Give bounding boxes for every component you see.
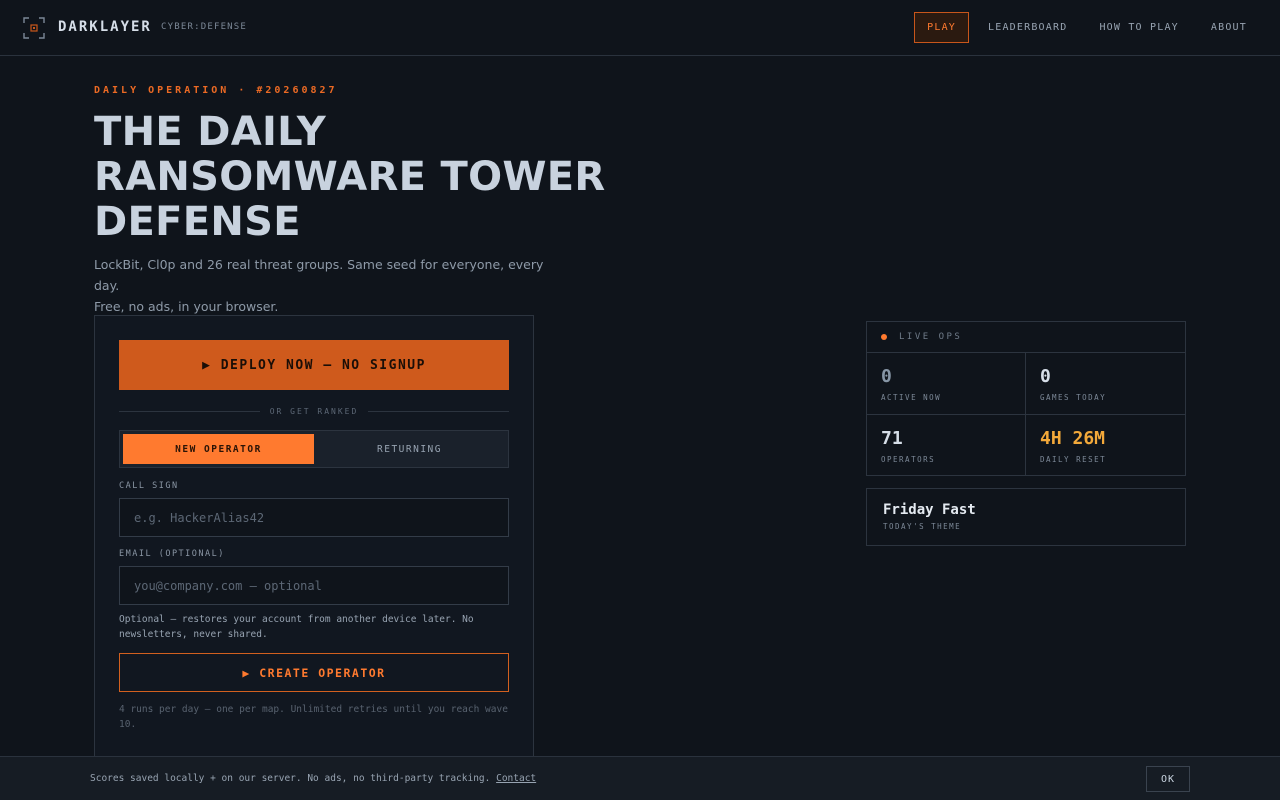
email-input[interactable] — [119, 566, 509, 605]
signup-panel: ▶ DEPLOY NOW — NO SIGNUP OR GET RANKED N… — [94, 315, 534, 775]
divider-line — [368, 410, 509, 412]
nav-leaderboard[interactable]: LEADERBOARD — [975, 12, 1080, 43]
cookie-banner: Scores saved locally + on our server. No… — [0, 756, 1280, 800]
stat-daily-reset: 4H 26M DAILY RESET — [1026, 415, 1185, 476]
live-ops-panel: LIVE OPS 0 ACTIVE NOW 0 GAMES TODAY 71 O… — [866, 321, 1186, 476]
cookie-text: Scores saved locally + on our server. No… — [90, 773, 536, 784]
cookie-message: Scores saved locally + on our server. No… — [90, 773, 491, 784]
brand-tagline: CYBER:DEFENSE — [161, 22, 248, 32]
page-title: THE DAILY RANSOMWARE TOWER DEFENSE — [94, 110, 614, 245]
live-ops-header: LIVE OPS — [867, 322, 1185, 353]
email-label: EMAIL (OPTIONAL) — [119, 549, 225, 559]
page-subtitle: LockBit, Cl0p and 26 real threat groups.… — [94, 254, 554, 317]
subtitle-line: LockBit, Cl0p and 26 real threat groups.… — [94, 257, 544, 293]
runs-footnote: 4 runs per day — one per map. Unlimited … — [119, 704, 508, 730]
create-operator-button[interactable]: ▶ CREATE OPERATOR — [119, 653, 509, 692]
title-line: DEFENSE — [94, 199, 301, 245]
nav-play[interactable]: PLAY — [914, 12, 970, 43]
stat-label: GAMES TODAY — [1040, 393, 1107, 402]
callsign-label: CALL SIGN — [119, 481, 179, 491]
stat-active-now: 0 ACTIVE NOW — [867, 353, 1026, 415]
divider-line — [119, 410, 260, 412]
daily-operation-eyebrow: DAILY OPERATION · #20260827 — [94, 85, 338, 96]
top-bar: DARKLAYER CYBER:DEFENSE PLAY LEADERBOARD… — [0, 0, 1280, 56]
theme-name: Friday Fast — [883, 502, 976, 518]
tab-returning[interactable]: RETURNING — [314, 434, 505, 464]
stat-value: 4H 26M — [1040, 428, 1106, 449]
theme-label: TODAY'S THEME — [883, 522, 962, 531]
live-ops-title: LIVE OPS — [899, 332, 963, 342]
title-line: THE DAILY — [94, 109, 326, 155]
todays-theme-card: Friday Fast TODAY'S THEME — [866, 488, 1186, 546]
stat-label: DAILY RESET — [1040, 455, 1107, 464]
title-line: RANSOMWARE TOWER — [94, 154, 606, 200]
stat-value: 0 — [881, 366, 892, 387]
stat-operators: 71 OPERATORS — [867, 415, 1026, 476]
stat-value: 0 — [1040, 366, 1051, 387]
nav-how-to-play[interactable]: HOW TO PLAY — [1086, 12, 1191, 43]
operator-mode-toggle: NEW OPERATOR RETURNING — [119, 430, 509, 468]
email-note: Optional — restores your account from an… — [119, 614, 474, 640]
callsign-input[interactable] — [119, 498, 509, 537]
nav-about[interactable]: ABOUT — [1198, 12, 1260, 43]
main-nav: PLAY LEADERBOARD HOW TO PLAY ABOUT — [914, 12, 1260, 43]
divider-text: OR GET RANKED — [269, 406, 359, 416]
contact-link[interactable]: Contact — [496, 773, 536, 784]
live-ops-stats: 0 ACTIVE NOW 0 GAMES TODAY 71 OPERATORS … — [867, 353, 1185, 476]
deploy-now-button[interactable]: ▶ DEPLOY NOW — NO SIGNUP — [119, 340, 509, 390]
stat-label: ACTIVE NOW — [881, 393, 942, 402]
crosshair-frame-icon — [23, 17, 45, 39]
stat-label: OPERATORS — [881, 455, 936, 464]
brand-name[interactable]: DARKLAYER — [58, 19, 152, 35]
stat-games-today: 0 GAMES TODAY — [1026, 353, 1185, 415]
subtitle-line: Free, no ads, in your browser. — [94, 299, 279, 314]
live-indicator-icon — [881, 334, 887, 340]
stat-value: 71 — [881, 428, 903, 449]
cookie-ok-button[interactable]: OK — [1146, 766, 1190, 792]
or-divider: OR GET RANKED — [119, 405, 509, 417]
tab-new-operator[interactable]: NEW OPERATOR — [123, 434, 314, 464]
